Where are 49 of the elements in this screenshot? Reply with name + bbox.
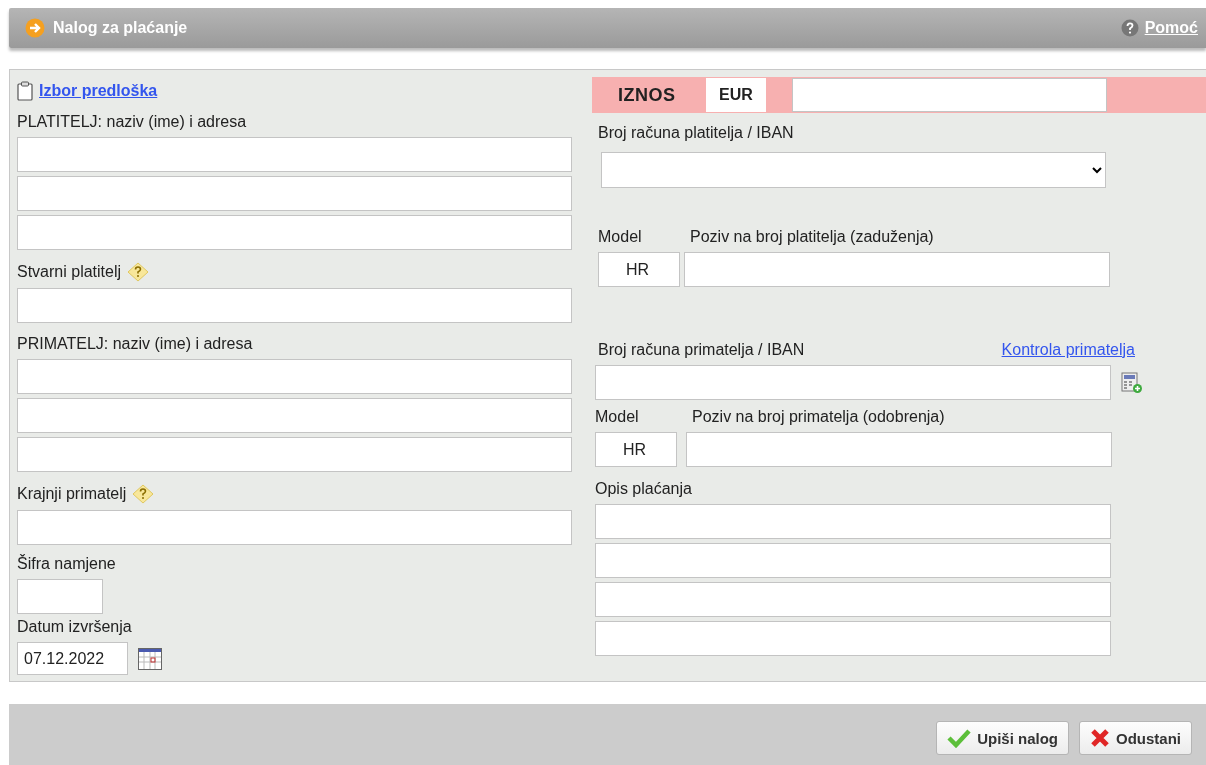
clipboard-icon [17,81,33,101]
text-field[interactable] [17,359,572,394]
text-field[interactable] [595,504,1111,539]
model-field[interactable]: HR [595,432,677,467]
text-field[interactable] [686,432,1112,467]
close-icon [1090,728,1110,748]
help-icon[interactable] [127,262,150,282]
payee-check-link[interactable]: Kontrola primatelja [1001,341,1135,359]
template-link[interactable]: Izbor predloška [39,82,158,100]
text-field[interactable] [17,510,572,545]
text-field[interactable] [17,137,572,172]
field-label: Model [595,408,640,426]
text-field[interactable] [17,437,572,472]
text-field[interactable] [684,252,1110,287]
field-label: Datum izvršenja [17,618,133,636]
date-field[interactable]: 07.12.2022 [17,642,128,675]
check-icon [947,728,972,748]
save-button[interactable]: Upiši nalog [936,721,1069,755]
text-field[interactable] [17,215,572,250]
text-field[interactable] [17,398,572,433]
field-label: Model [598,228,643,246]
cancel-button[interactable]: Odustani [1079,721,1192,755]
field-label: PLATITELJ: naziv (ime) i adresa [17,113,247,131]
calendar-icon[interactable] [138,647,162,670]
window-title: Nalog za plaćanje [53,19,188,37]
text-field[interactable] [17,176,572,211]
account-select[interactable] [601,152,1106,188]
text-field[interactable] [595,543,1111,578]
field-label: PRIMATELJ: naziv (ime) i adresa [17,335,253,353]
amount-label: IZNOS [618,84,677,106]
text-field[interactable] [595,621,1111,656]
field-label: Poziv na broj platitelja (zaduženja) [690,228,934,246]
text-field[interactable] [17,288,572,323]
text-field[interactable] [595,365,1111,400]
field-label: Broj računa platitelja / IBAN [598,124,795,142]
currency-label: EUR [706,78,766,112]
field-label: Šifra namjene [17,555,117,573]
help-icon[interactable] [132,484,155,504]
field-label: Krajnji primatelj [17,485,127,503]
amount-field[interactable] [792,78,1107,112]
calculator-add-icon[interactable] [1121,371,1143,394]
text-field[interactable] [595,582,1111,617]
field-label: Poziv na broj primatelja (odobrenja) [692,408,945,426]
model-field[interactable]: HR [598,252,680,287]
field-label: Opis plaćanja [595,480,693,498]
help-icon[interactable] [1120,19,1139,37]
field-label: Stvarni platitelj [17,263,122,281]
field-label: Broj računa primatelja / IBAN [598,341,805,359]
text-field[interactable] [17,579,103,614]
